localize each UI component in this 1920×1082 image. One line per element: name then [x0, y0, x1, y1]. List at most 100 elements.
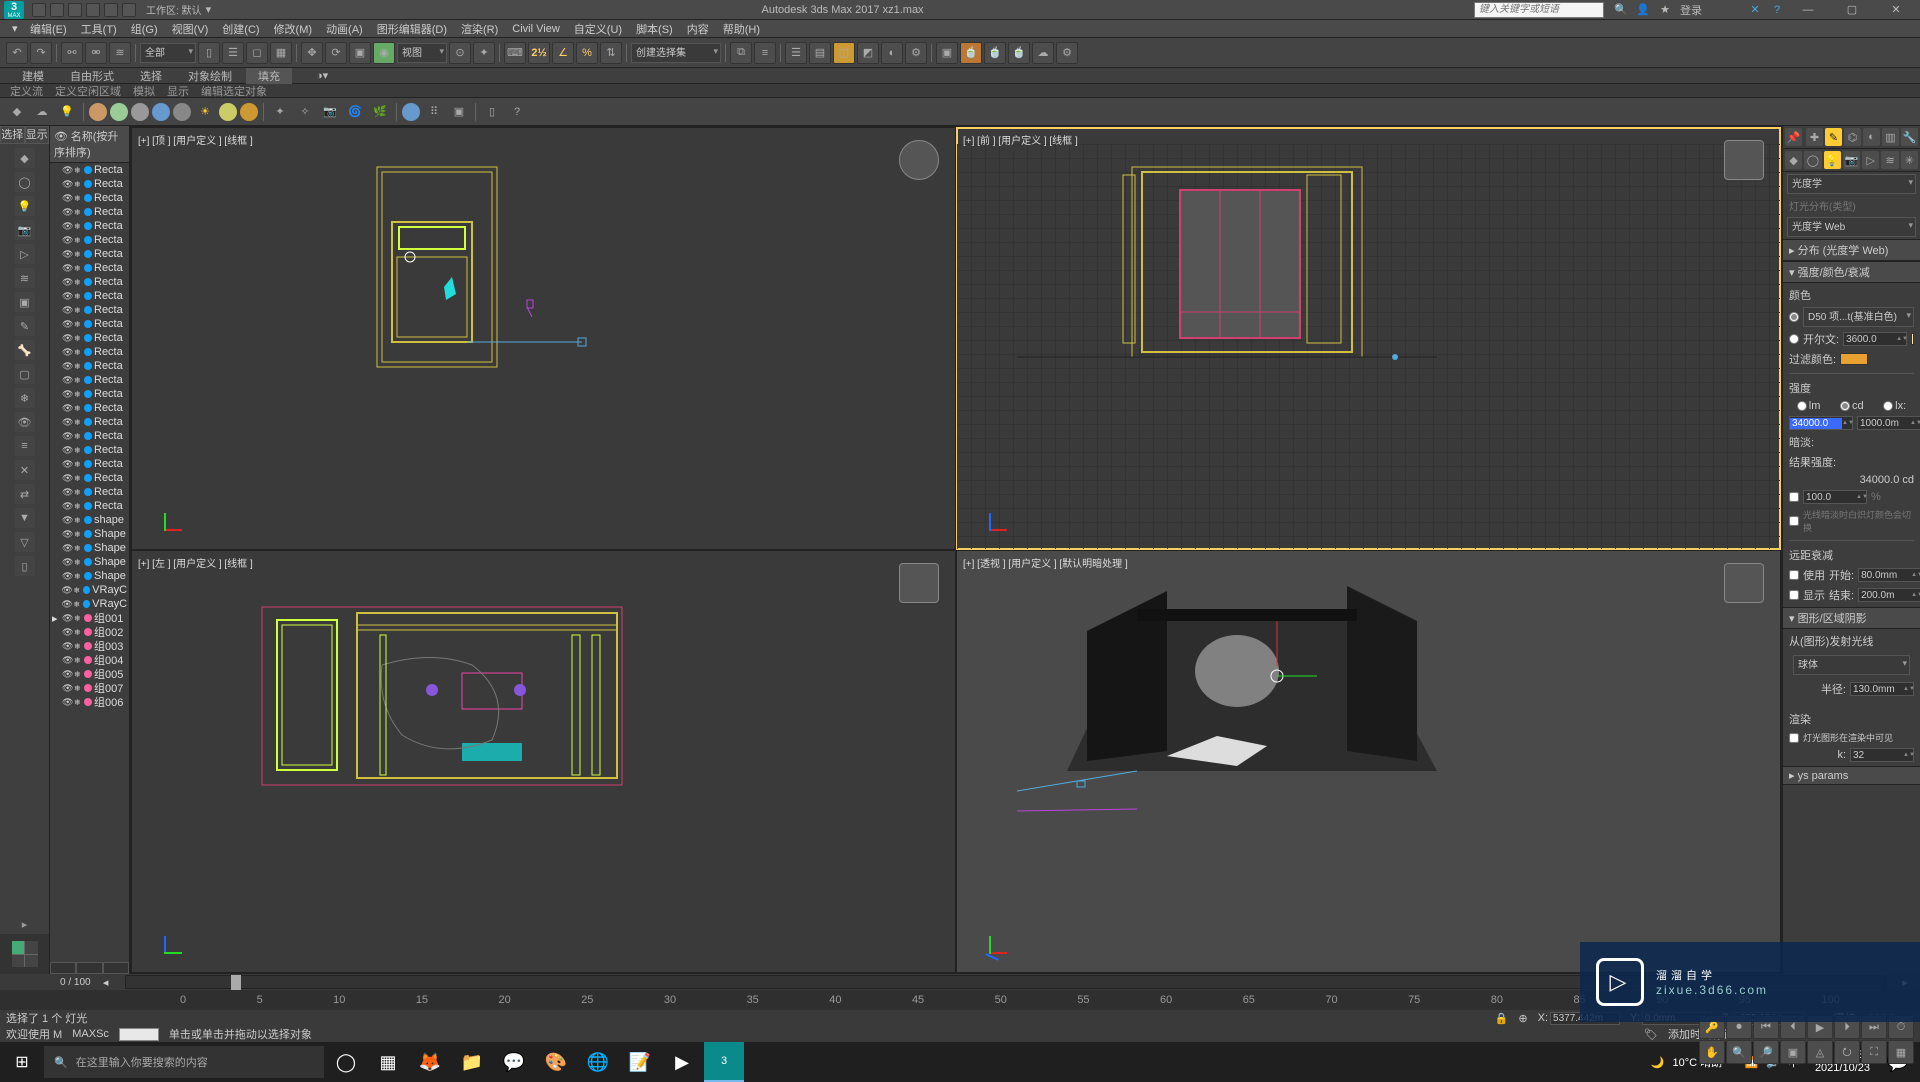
cortana-icon[interactable]: ▦: [368, 1042, 408, 1082]
lock-selection-icon[interactable]: 🔒: [1495, 1012, 1509, 1025]
sphere-4-icon[interactable]: [152, 103, 170, 121]
viewport-front[interactable]: [+] [前 ] [用户定义 ] [线框 ]: [957, 128, 1780, 549]
scene-explorer-row[interactable]: 👁❄Shape: [50, 569, 129, 583]
scene-explorer-row[interactable]: 👁❄VRayC: [50, 583, 129, 597]
move-button[interactable]: ✥: [301, 42, 323, 64]
scene-explorer-row[interactable]: 👁❄Recta: [50, 345, 129, 359]
scene-explorer-row[interactable]: 👁❄Recta: [50, 233, 129, 247]
rect-region-button[interactable]: ◻: [246, 42, 268, 64]
atten-end-spinner[interactable]: [1859, 590, 1911, 601]
render-button[interactable]: 🍵: [960, 42, 982, 64]
scene-explorer-row[interactable]: ▸👁❄组001: [50, 611, 129, 625]
selection-filter-dropdown[interactable]: 全部: [140, 43, 196, 63]
favorites-icon[interactable]: ★: [1658, 3, 1672, 17]
workspace-dropdown-icon[interactable]: ▾: [206, 3, 212, 16]
viewcube-left[interactable]: [899, 563, 939, 603]
player-icon[interactable]: ▶: [662, 1042, 702, 1082]
spinner-snap-button[interactable]: ⇅: [600, 42, 622, 64]
scene-explorer-row[interactable]: 👁❄Recta: [50, 331, 129, 345]
use-atten-check[interactable]: [1789, 570, 1799, 580]
color-preset-dropdown[interactable]: D50 项...t(基准白色): [1803, 307, 1914, 327]
refcoord-dropdown[interactable]: 视图: [397, 43, 447, 63]
notes-icon[interactable]: 📝: [620, 1042, 660, 1082]
intensity-lx-spinner[interactable]: [1858, 418, 1910, 429]
scene-explorer-row[interactable]: 👁❄Recta: [50, 443, 129, 457]
filter-group-icon[interactable]: ▣: [15, 292, 35, 312]
undo-icon[interactable]: [86, 3, 100, 17]
time-tag-icon[interactable]: 🏷: [1644, 1028, 1658, 1041]
sphere-6-icon[interactable]: [219, 103, 237, 121]
filter-invert-icon[interactable]: ⇄: [15, 484, 35, 504]
menu-help[interactable]: 帮助(H): [717, 21, 766, 37]
viewcube-top[interactable]: [899, 140, 939, 180]
unit-lm-radio[interactable]: [1797, 401, 1807, 411]
filter-container-icon[interactable]: ▢: [15, 364, 35, 384]
filter-geom-icon[interactable]: ◆: [15, 148, 35, 168]
maximize-viewport-button[interactable]: ⛶: [1861, 1040, 1887, 1064]
filter-xref-icon[interactable]: ✎: [15, 316, 35, 336]
window-crossing-button[interactable]: ▦: [270, 42, 292, 64]
undo-button[interactable]: ↶: [6, 42, 28, 64]
filter-b-icon[interactable]: ▯: [15, 556, 35, 576]
percent-snap-button[interactable]: %: [576, 42, 598, 64]
rollout-shape[interactable]: 图形/区域阴影: [1783, 607, 1920, 629]
named-selection-dropdown[interactable]: 创建选择集: [631, 43, 721, 63]
filter-toggle-icon[interactable]: ▼: [15, 508, 35, 528]
radius-spinner[interactable]: [1851, 684, 1903, 695]
viewport-left[interactable]: [+] [左 ] [用户定义 ] [线框 ]: [132, 551, 955, 972]
schematic-view-button[interactable]: ◩: [857, 42, 879, 64]
filter-light-icon[interactable]: 💡: [15, 196, 35, 216]
select-by-name-button[interactable]: ☰: [222, 42, 244, 64]
render-activeshade-button[interactable]: 🍵: [1008, 42, 1030, 64]
project-icon[interactable]: [122, 3, 136, 17]
menu-create[interactable]: 创建(C): [216, 21, 265, 37]
scene-explorer-row[interactable]: 👁❄组007: [50, 681, 129, 695]
timeline-prev-icon[interactable]: ◂: [91, 976, 121, 989]
ribbon-sub-3[interactable]: 显示: [163, 83, 193, 99]
scene-explorer-row[interactable]: 👁❄Recta: [50, 163, 129, 177]
sphere-5-icon[interactable]: [173, 103, 191, 121]
scene-explorer-row[interactable]: 👁❄Recta: [50, 303, 129, 317]
kelvin-radio[interactable]: [1789, 334, 1799, 344]
toggle-ribbon-button[interactable]: ▤: [809, 42, 831, 64]
scene-explorer-row[interactable]: 👁❄VRayC: [50, 597, 129, 611]
sphere-7-icon[interactable]: [240, 103, 258, 121]
menu-customize[interactable]: 自定义(U): [568, 21, 628, 37]
modify-tab-icon[interactable]: ✎: [1825, 128, 1842, 146]
infocenter-search[interactable]: [1474, 2, 1604, 18]
filter-shape-icon[interactable]: ◯: [15, 172, 35, 192]
lights-icon[interactable]: 💡: [56, 101, 78, 123]
kelvin-swatch[interactable]: [1911, 333, 1914, 345]
scene-explorer-row[interactable]: 👁❄Recta: [50, 429, 129, 443]
3dsmax-taskbar-icon[interactable]: 3: [704, 1042, 744, 1082]
app-menu-icon[interactable]: ▾: [6, 22, 22, 35]
kelvin-spinner[interactable]: [1844, 334, 1896, 345]
ribbon-sub-4[interactable]: 编辑选定对象: [197, 83, 271, 99]
filter-a-icon[interactable]: ▽: [15, 532, 35, 552]
weather-icon[interactable]: 🌙: [1651, 1056, 1665, 1069]
scene-explorer-row[interactable]: 👁❄Shape: [50, 555, 129, 569]
login-label[interactable]: 登录: [1680, 3, 1702, 17]
samples-spinner[interactable]: [1851, 750, 1903, 761]
app-logo[interactable]: 3MAX: [4, 1, 24, 19]
mirror-button[interactable]: ⧉: [730, 42, 752, 64]
incandescent-check[interactable]: [1789, 516, 1799, 526]
motion-tab-icon[interactable]: ◐: [1863, 128, 1880, 146]
bind-spacewarp-button[interactable]: ≋: [109, 42, 131, 64]
scene-explorer-row[interactable]: 👁❄组003: [50, 639, 129, 653]
scene-explorer-row[interactable]: 👁❄Recta: [50, 387, 129, 401]
edge-icon[interactable]: 🌐: [578, 1042, 618, 1082]
scene-explorer-row[interactable]: 👁❄Recta: [50, 415, 129, 429]
misc-1-icon[interactable]: ▯: [481, 101, 503, 123]
menu-maxscript[interactable]: 脚本(S): [630, 21, 679, 37]
scene-explorer-row[interactable]: 👁❄Recta: [50, 499, 129, 513]
zoom-all-button[interactable]: 🔎: [1753, 1040, 1779, 1064]
viewport-perspective[interactable]: [+] [透视 ] [用户定义 ] [默认明暗处理 ]: [957, 551, 1780, 972]
rollout-vray[interactable]: ys params: [1783, 766, 1920, 785]
render-setup-button[interactable]: ⚙: [905, 42, 927, 64]
filter-frozen-icon[interactable]: ❄: [15, 388, 35, 408]
zoom-extents-button[interactable]: ▣: [1780, 1040, 1806, 1064]
scene-explorer-row[interactable]: 👁❄Recta: [50, 275, 129, 289]
search-icon[interactable]: 🔍: [1614, 3, 1628, 17]
ribbon-tab-selection[interactable]: 选择: [128, 68, 174, 84]
